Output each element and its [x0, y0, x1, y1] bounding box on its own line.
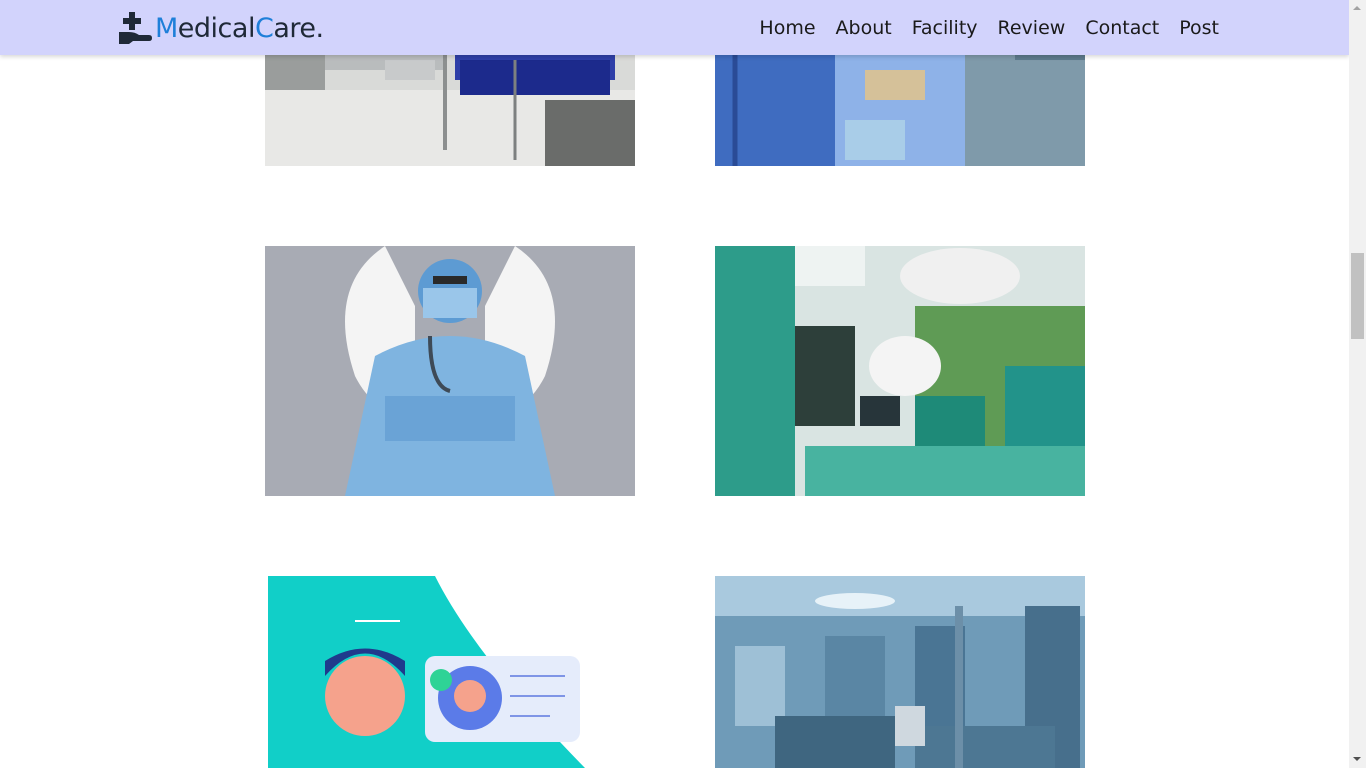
- scrollbar-thumb[interactable]: [1351, 253, 1364, 339]
- operating-room-image[interactable]: [715, 246, 1085, 496]
- scroll-down-arrow-icon[interactable]: [1349, 751, 1366, 768]
- logo[interactable]: MedicalCare.: [119, 10, 324, 46]
- nav-post-link[interactable]: Post: [1179, 17, 1219, 39]
- recovery-ward-image[interactable]: [715, 576, 1085, 768]
- nav-home-link[interactable]: Home: [759, 17, 815, 39]
- nav-about-link[interactable]: About: [836, 17, 892, 39]
- nav-contact-link[interactable]: Contact: [1085, 17, 1159, 39]
- scroll-up-arrow-icon[interactable]: [1349, 0, 1366, 17]
- doctor-illustration-image[interactable]: [265, 576, 635, 768]
- page: MedicalCare. Home About Facility Review …: [0, 0, 1349, 768]
- nav-facility-link[interactable]: Facility: [912, 17, 978, 39]
- navbar: MedicalCare. Home About Facility Review …: [0, 0, 1349, 55]
- vertical-scrollbar[interactable]: [1349, 0, 1366, 768]
- nav-review-link[interactable]: Review: [998, 17, 1066, 39]
- medical-hand-icon: [119, 12, 152, 44]
- logo-text: MedicalCare.: [155, 12, 324, 44]
- main-nav: Home About Facility Review Contact Post: [739, 0, 1219, 55]
- angel-nurse-image[interactable]: [265, 246, 635, 496]
